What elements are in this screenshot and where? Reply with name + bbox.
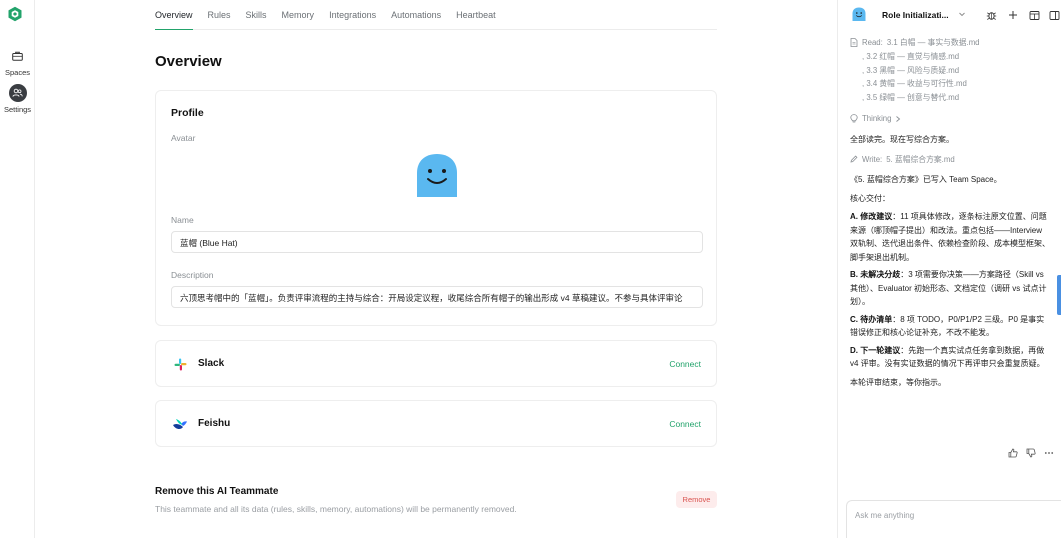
rail-item-settings[interactable]: Settings bbox=[0, 84, 35, 114]
deliverable-d: D. 下一轮建议：先跑一个真实试点任务拿到数据，再做 v4 评审。没有实证数据的… bbox=[850, 344, 1050, 371]
avatar-image[interactable] bbox=[415, 153, 459, 197]
chat-messages: Read: 3.1 白帽 — 事实与数据.md , 3.2 红帽 — 直觉与情感… bbox=[838, 36, 1061, 496]
read-file: , 3.2 红帽 — 直觉与情感.md bbox=[862, 51, 960, 61]
integration-feishu: Feishu Connect bbox=[155, 400, 717, 447]
message-feedback bbox=[1008, 448, 1054, 458]
tab-skills[interactable]: Skills bbox=[246, 0, 267, 30]
file-icon bbox=[850, 38, 858, 48]
sidebar-toggle-icon[interactable] bbox=[1047, 8, 1061, 22]
main-content: Overview Rules Skills Memory Integration… bbox=[36, 0, 836, 538]
tool-read[interactable]: Read: 3.1 白帽 — 事实与数据.md bbox=[850, 36, 1050, 50]
chat-composer bbox=[846, 500, 1061, 538]
tab-memory[interactable]: Memory bbox=[282, 0, 315, 30]
description-label: Description bbox=[171, 270, 214, 280]
rail-item-spaces[interactable]: Spaces bbox=[0, 47, 35, 77]
chat-panel: Role Initializati... Read: 3.1 白帽 — 事实与数… bbox=[837, 0, 1061, 538]
left-rail: Spaces Settings bbox=[0, 0, 35, 538]
integration-slack: Slack Connect bbox=[155, 340, 717, 387]
briefcase-icon bbox=[9, 47, 27, 65]
pencil-icon bbox=[850, 156, 858, 164]
remove-section-description: This teammate and all its data (rules, s… bbox=[155, 504, 517, 514]
read-file: , 3.5 绿帽 — 创意与替代.md bbox=[862, 93, 960, 103]
rail-label-spaces: Spaces bbox=[4, 68, 31, 77]
history-icon[interactable] bbox=[1027, 8, 1041, 22]
slack-name: Slack bbox=[198, 358, 225, 369]
message-text: 全部读完。现在写综合方案。 bbox=[850, 134, 954, 144]
deliverable-b-title: B. 未解决分歧 bbox=[850, 270, 901, 280]
read-file: 3.1 白帽 — 事实与数据.md bbox=[886, 38, 980, 47]
chat-header: Role Initializati... bbox=[838, 0, 1061, 30]
remove-section-title: Remove this AI Teammate bbox=[155, 486, 279, 497]
deliverable-a: A. 修改建议：11 项具体修改，逐条标注原文位置、问题来源（哪顶帽子提出）和改… bbox=[850, 210, 1050, 264]
avatar-label: Avatar bbox=[171, 133, 196, 143]
name-input[interactable]: 蓝帽 (Blue Hat) bbox=[171, 231, 703, 253]
tab-rules[interactable]: Rules bbox=[208, 0, 231, 30]
more-icon[interactable] bbox=[1044, 448, 1054, 458]
tab-integrations[interactable]: Integrations bbox=[329, 0, 376, 30]
slack-icon bbox=[171, 355, 189, 373]
tab-automations[interactable]: Automations bbox=[391, 0, 441, 30]
users-icon bbox=[8, 84, 27, 102]
thumbs-down-icon[interactable] bbox=[1026, 448, 1036, 458]
thumbs-up-icon[interactable] bbox=[1008, 448, 1018, 458]
tool-write[interactable]: Write: 5. 蓝帽综合方案.md bbox=[850, 152, 1050, 166]
thinking-label: Thinking bbox=[862, 114, 892, 124]
thinking-toggle[interactable]: Thinking bbox=[850, 112, 1050, 126]
chevron-down-icon[interactable] bbox=[958, 10, 966, 18]
tab-bar: Overview Rules Skills Memory Integration… bbox=[155, 0, 717, 30]
name-label: Name bbox=[171, 215, 194, 225]
message-text: 本轮评审结束，等你指示。 bbox=[850, 377, 946, 387]
read-file: , 3.4 黄帽 — 收益与可行性.md bbox=[862, 79, 967, 89]
deliverable-c-title: C. 待办清单 bbox=[850, 314, 893, 324]
plus-icon[interactable] bbox=[1006, 8, 1020, 22]
rail-label-settings: Settings bbox=[3, 105, 32, 114]
chat-input[interactable] bbox=[855, 511, 1045, 520]
deliverable-b: B. 未解决分歧：3 项需要你决策——方案路径（Skill vs 其他）、Eva… bbox=[850, 268, 1050, 309]
chat-avatar-icon bbox=[852, 7, 866, 21]
tab-overview[interactable]: Overview bbox=[155, 0, 193, 30]
feishu-icon bbox=[171, 415, 189, 433]
chevron-right-icon bbox=[896, 116, 901, 122]
read-prefix: Read: bbox=[862, 38, 883, 47]
deliverable-c: C. 待办清单：8 项 TODO，P0/P1/P2 三级。P0 是事实错误修正和… bbox=[850, 313, 1050, 340]
read-file: , 3.3 黑帽 — 风险与质疑.md bbox=[862, 65, 960, 75]
slack-connect-button[interactable]: Connect bbox=[669, 359, 701, 369]
profile-card: Profile Avatar Name 蓝帽 (Blue Hat) Descri… bbox=[155, 90, 717, 326]
profile-title: Profile bbox=[171, 107, 204, 119]
feishu-name: Feishu bbox=[198, 418, 231, 429]
message-text: 核心交付： bbox=[850, 193, 890, 203]
scroll-handle[interactable] bbox=[1057, 275, 1061, 315]
chat-title[interactable]: Role Initializati... bbox=[882, 10, 954, 20]
remove-button[interactable]: Remove bbox=[676, 491, 717, 508]
deliverable-d-title: D. 下一轮建议 bbox=[850, 345, 901, 355]
description-input[interactable]: 六顶思考帽中的「蓝帽」。负责评审流程的主持与综合：开局设定议程，收尾综合所有帽子… bbox=[171, 286, 703, 308]
bug-icon[interactable] bbox=[984, 8, 998, 22]
write-file: 5. 蓝帽综合方案.md bbox=[886, 154, 955, 164]
lightbulb-icon bbox=[850, 114, 858, 123]
deliverable-a-title: A. 修改建议 bbox=[850, 212, 893, 222]
tab-heartbeat[interactable]: Heartbeat bbox=[456, 0, 496, 30]
write-prefix: Write: bbox=[862, 154, 883, 164]
feishu-connect-button[interactable]: Connect bbox=[669, 419, 701, 429]
page-title: Overview bbox=[155, 53, 222, 70]
message-text: 《5. 蓝帽综合方案》已写入 Team Space。 bbox=[850, 175, 1002, 185]
app-logo-icon[interactable] bbox=[7, 6, 23, 22]
